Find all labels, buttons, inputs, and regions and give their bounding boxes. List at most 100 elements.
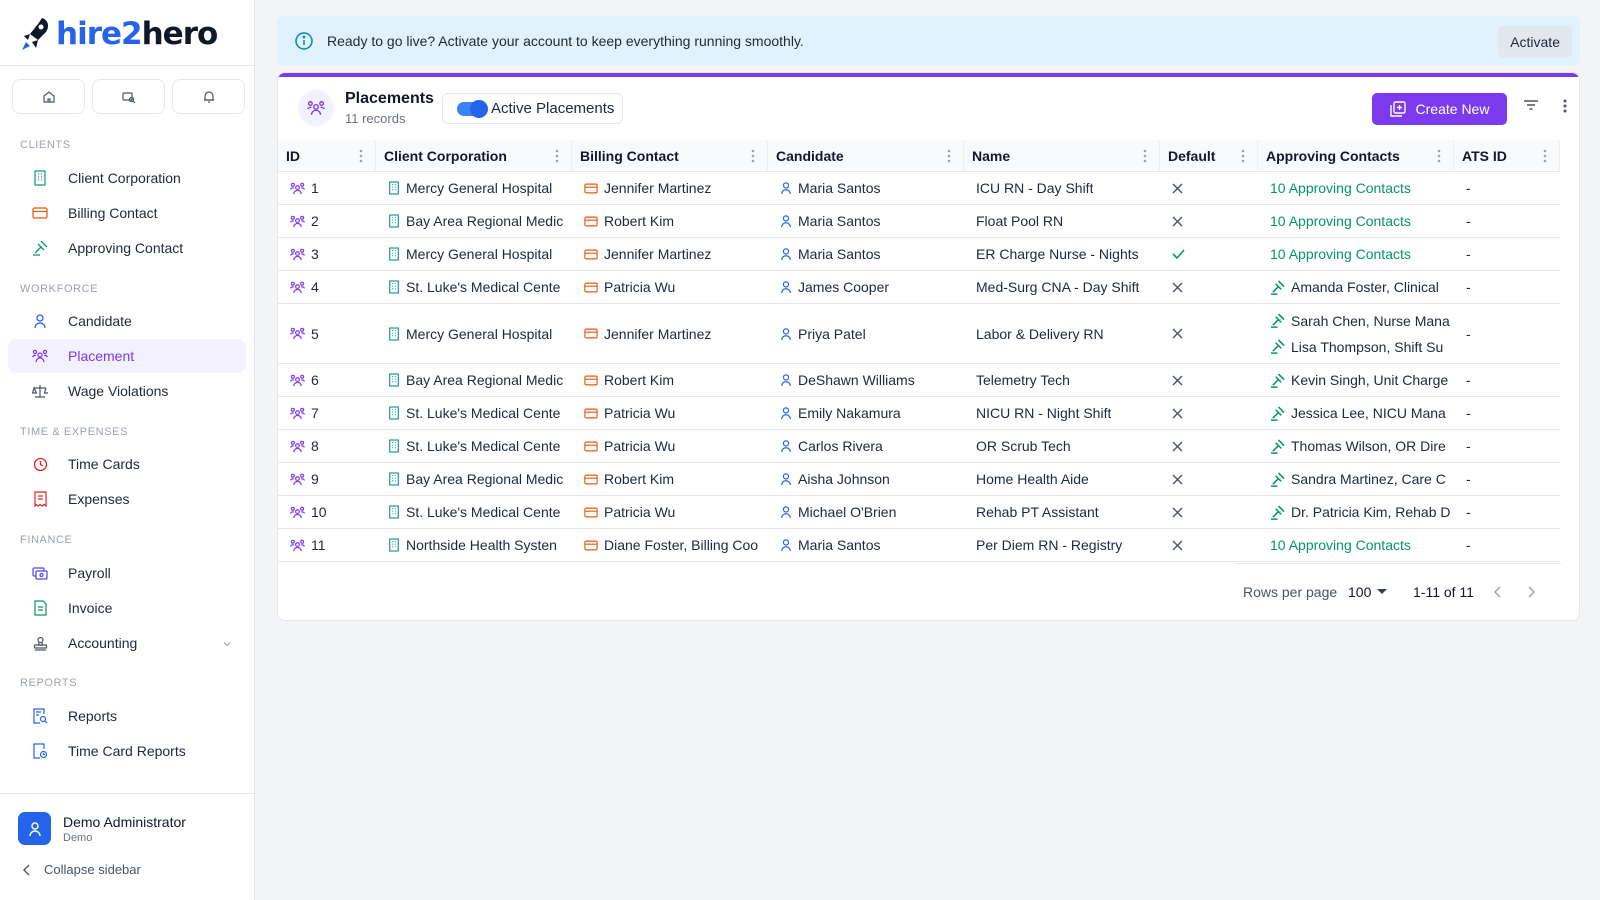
approving-contacts-link[interactable]: 10 Approving Contacts [1270,213,1411,229]
column-header-billing-contact[interactable]: Billing Contact [572,140,768,171]
cell-client-corporation[interactable]: Bay Area Regional Medic [376,463,572,495]
toggle-switch[interactable] [457,99,488,118]
chevron-down-icon[interactable] [222,636,232,652]
sidebar-item-reports[interactable]: Reports [8,699,246,733]
cell-ats-id[interactable]: - [1454,397,1560,429]
cell-id[interactable]: 2 [278,205,376,237]
approving-contacts-link[interactable]: 10 Approving Contacts [1270,246,1411,262]
cell-approving-contacts[interactable]: Jessica Lee, NICU Mana [1258,397,1454,429]
column-menu-icon[interactable] [359,149,363,166]
cell-billing-contact[interactable]: Patricia Wu [572,496,768,528]
activate-button[interactable]: Activate [1498,26,1572,58]
cell-id[interactable]: 7 [278,397,376,429]
column-header-ats-id[interactable]: ATS ID [1454,140,1560,171]
column-header-name[interactable]: Name [964,140,1160,171]
column-header-candidate[interactable]: Candidate [768,140,964,171]
cell-id[interactable]: 11 [278,529,376,561]
cell-name[interactable]: NICU RN - Night Shift [964,397,1160,429]
sidebar-item-accounting[interactable]: Accounting [8,626,246,660]
cell-billing-contact[interactable]: Robert Kim [572,205,768,237]
column-header-client-corporation[interactable]: Client Corporation [376,140,572,171]
cell-name[interactable]: ER Charge Nurse - Nights [964,238,1160,270]
column-menu-icon[interactable] [1241,149,1245,166]
table-row[interactable]: 3 Mercy General Hospital Jennifer Martinez… [278,238,1560,271]
cell-id[interactable]: 10 [278,496,376,528]
cell-default[interactable] [1160,238,1258,270]
cell-ats-id[interactable]: - [1454,463,1560,495]
cell-candidate[interactable]: DeShawn Williams [768,364,964,396]
table-row[interactable]: 5 Mercy General Hospital Jennifer Martinez… [278,304,1560,364]
table-row[interactable]: 1 Mercy General Hospital Jennifer Martinez… [278,172,1560,205]
cell-candidate[interactable]: Emily Nakamura [768,397,964,429]
approving-contact[interactable]: Sarah Chen, Nurse Mana [1270,313,1450,329]
cell-candidate[interactable]: Priya Patel [768,304,964,363]
column-menu-icon[interactable] [751,149,755,166]
column-menu-icon[interactable] [555,149,559,166]
cell-ats-id[interactable]: - [1454,364,1560,396]
cell-billing-contact[interactable]: Jennifer Martinez [572,172,768,204]
cell-name[interactable]: Med-Surg CNA - Day Shift [964,271,1160,303]
cell-name[interactable]: ICU RN - Day Shift [964,172,1160,204]
cell-candidate[interactable]: Maria Santos [768,205,964,237]
filter-button[interactable] [1523,98,1539,115]
cell-name[interactable]: Telemetry Tech [964,364,1160,396]
sidebar-item-approving-contact[interactable]: Approving Contact [8,231,246,265]
cell-name[interactable]: Per Diem RN - Registry [964,529,1160,561]
rows-per-page-select[interactable]: 100 [1348,584,1388,600]
cell-candidate[interactable]: Maria Santos [768,529,964,561]
sidebar-item-expenses[interactable]: Expenses [8,482,246,516]
cell-billing-contact[interactable]: Robert Kim [572,463,768,495]
collapse-sidebar-button[interactable]: Collapse sidebar [22,862,141,877]
cell-candidate[interactable]: Carlos Rivera [768,430,964,462]
table-row[interactable]: 7 St. Luke's Medical Cente Patricia Wu Emil… [278,397,1560,430]
approving-contact[interactable]: Kevin Singh, Unit Charge [1270,372,1448,388]
cell-ats-id[interactable]: - [1454,205,1560,237]
cell-default[interactable] [1160,364,1258,396]
approving-contact[interactable]: Lisa Thompson, Shift Su [1270,339,1443,355]
cell-candidate[interactable]: Aisha Johnson [768,463,964,495]
sidebar-item-wage-violations[interactable]: Wage Violations [8,374,246,408]
cell-candidate[interactable]: Maria Santos [768,238,964,270]
sidebar-item-billing-contact[interactable]: Billing Contact [8,196,246,230]
sidebar-item-client-corporation[interactable]: Client Corporation [8,161,246,195]
cell-ats-id[interactable]: - [1454,238,1560,270]
cell-default[interactable] [1160,430,1258,462]
column-menu-icon[interactable] [1143,149,1147,166]
cell-candidate[interactable]: Michael O'Brien [768,496,964,528]
user-profile[interactable]: Demo Administrator Demo [18,812,186,845]
sidebar-item-time-card-reports[interactable]: Time Card Reports [8,734,246,768]
approving-contact[interactable]: Jessica Lee, NICU Mana [1270,405,1446,421]
cell-ats-id[interactable]: - [1454,496,1560,528]
cell-ats-id[interactable]: - [1454,271,1560,303]
table-row[interactable]: 11 Northside Health Systen Diane Foster, B… [278,529,1560,562]
cell-billing-contact[interactable]: Patricia Wu [572,397,768,429]
cell-default[interactable] [1160,304,1258,363]
cell-approving-contacts[interactable]: Sarah Chen, Nurse Mana Lisa Thompson, Shi… [1258,304,1454,363]
cell-default[interactable] [1160,463,1258,495]
cell-client-corporation[interactable]: Mercy General Hospital [376,238,572,270]
cell-default[interactable] [1160,205,1258,237]
cell-id[interactable]: 9 [278,463,376,495]
table-row[interactable]: 4 St. Luke's Medical Cente Patricia Wu Jame… [278,271,1560,304]
table-row[interactable]: 2 Bay Area Regional Medic Robert Kim Maria … [278,205,1560,238]
sidebar-item-payroll[interactable]: Payroll [8,556,246,590]
cell-approving-contacts[interactable]: 10 Approving Contacts [1258,205,1454,237]
cell-id[interactable]: 8 [278,430,376,462]
cell-id[interactable]: 5 [278,304,376,363]
cell-id[interactable]: 1 [278,172,376,204]
cell-id[interactable]: 4 [278,271,376,303]
cell-approving-contacts[interactable]: Kevin Singh, Unit Charge [1258,364,1454,396]
previous-page-button[interactable] [1493,585,1503,602]
cell-billing-contact[interactable]: Jennifer Martinez [572,238,768,270]
approving-contact[interactable]: Sandra Martinez, Care C [1270,471,1446,487]
cell-default[interactable] [1160,529,1258,561]
table-row[interactable]: 8 St. Luke's Medical Cente Patricia Wu Carl… [278,430,1560,463]
cell-billing-contact[interactable]: Diane Foster, Billing Coo [572,529,768,561]
table-row[interactable]: 9 Bay Area Regional Medic Robert Kim Aisha … [278,463,1560,496]
cell-billing-contact[interactable]: Robert Kim [572,364,768,396]
cell-client-corporation[interactable]: St. Luke's Medical Cente [376,397,572,429]
cell-client-corporation[interactable]: Mercy General Hospital [376,172,572,204]
table-row[interactable]: 6 Bay Area Regional Medic Robert Kim DeShaw… [278,364,1560,397]
approving-contacts-link[interactable]: 10 Approving Contacts [1270,537,1411,553]
cell-id[interactable]: 3 [278,238,376,270]
